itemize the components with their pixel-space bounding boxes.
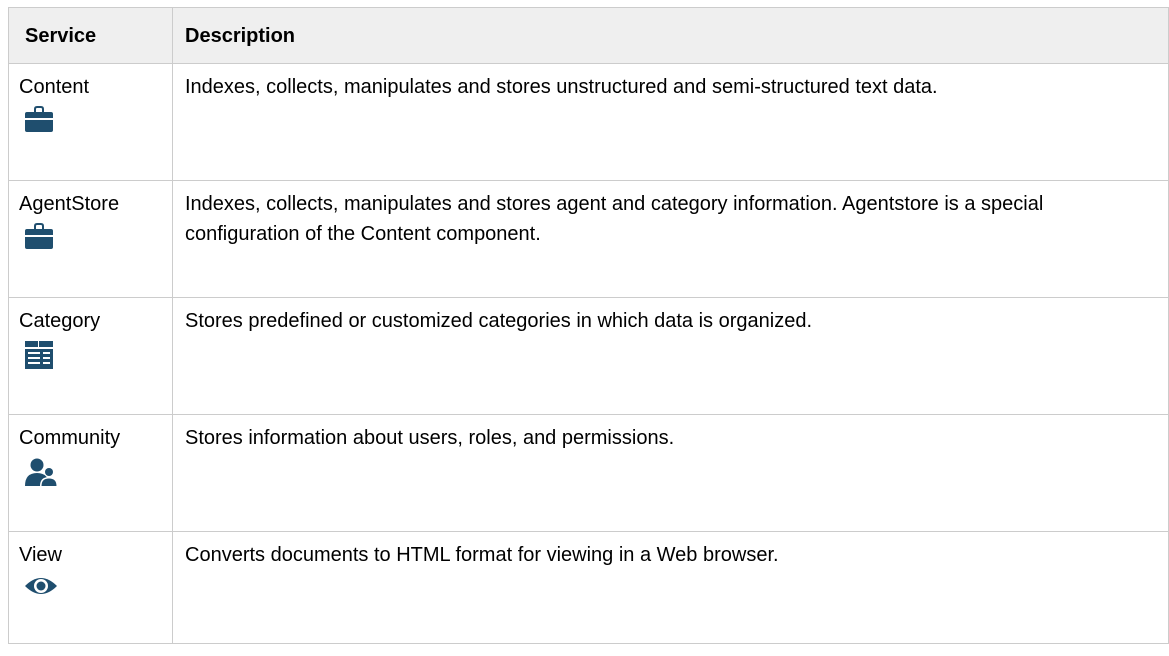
service-cell: AgentStore <box>8 180 173 298</box>
service-name: Community <box>19 427 121 449</box>
users-icon <box>24 457 60 489</box>
service-name: Content <box>19 76 90 98</box>
table-row: Community Stores information about users… <box>8 414 1169 532</box>
service-description: Stores information about users, roles, a… <box>185 427 675 449</box>
service-cell: Community <box>8 414 173 532</box>
services-table: Service Description Content Indexes, col… <box>8 7 1169 644</box>
service-cell: View <box>8 531 173 644</box>
table-row: AgentStore Indexes, collects, manipulate… <box>8 180 1169 298</box>
description-cell: Stores predefined or customized categori… <box>172 297 1169 415</box>
table-header-row: Service Description <box>8 7 1169 64</box>
briefcase-icon <box>24 106 60 138</box>
description-cell: Indexes, collects, manipulates and store… <box>172 180 1169 298</box>
briefcase-icon <box>24 223 60 255</box>
table-row: Category Stores predefined or customized… <box>8 297 1169 415</box>
table-row: View Converts documents to HTML format f… <box>8 531 1169 644</box>
service-description: Converts documents to HTML format for vi… <box>185 544 779 566</box>
service-name: AgentStore <box>19 193 120 215</box>
description-cell: Indexes, collects, manipulates and store… <box>172 63 1169 181</box>
description-column-header: Description <box>172 7 1169 64</box>
table-row: Content Indexes, collects, manipulates a… <box>8 63 1169 181</box>
service-description: Indexes, collects, manipulates and store… <box>185 193 1044 245</box>
category-list-icon <box>24 340 60 372</box>
description-cell: Converts documents to HTML format for vi… <box>172 531 1169 644</box>
service-name: Category <box>19 310 101 332</box>
service-column-header: Service <box>8 7 173 64</box>
service-cell: Category <box>8 297 173 415</box>
eye-icon <box>24 574 60 606</box>
service-cell: Content <box>8 63 173 181</box>
service-description: Stores predefined or customized categori… <box>185 310 813 332</box>
service-name: View <box>19 544 62 566</box>
service-description: Indexes, collects, manipulates and store… <box>185 76 938 98</box>
description-cell: Stores information about users, roles, a… <box>172 414 1169 532</box>
